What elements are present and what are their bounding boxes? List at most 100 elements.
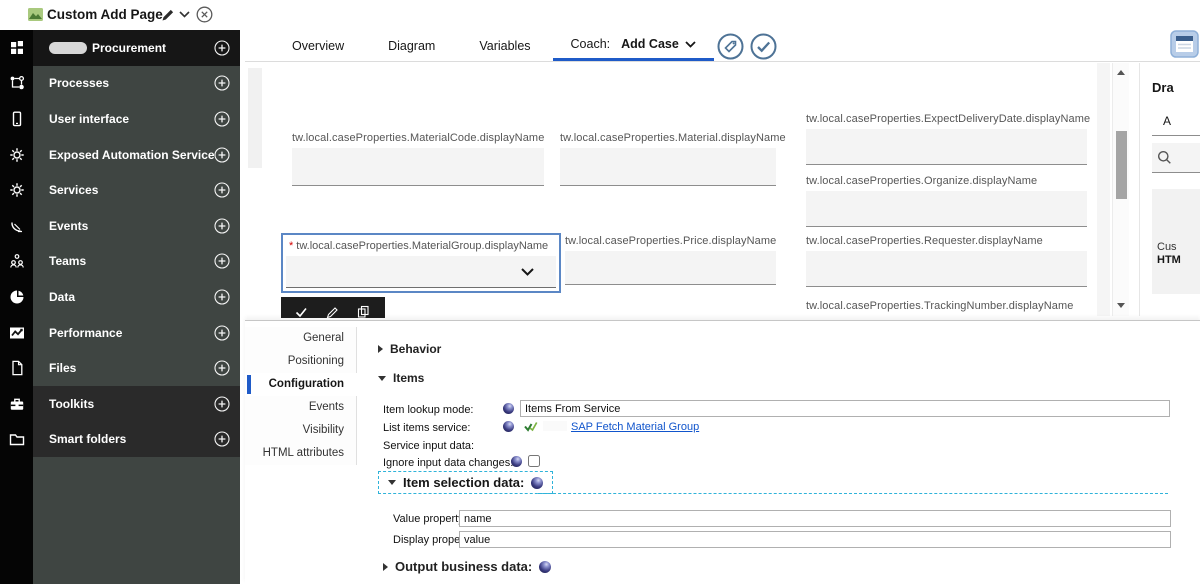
palette-search-input[interactable] [1152,143,1200,173]
coach-field-material[interactable]: tw.local.caseProperties.Material.display… [560,132,786,186]
item-selection-data-dropzone[interactable]: Item selection data: [378,471,554,494]
toolbox-icon[interactable] [0,386,33,422]
add-icon[interactable] [214,182,230,198]
binding-sphere-icon[interactable] [511,456,522,467]
close-circle-icon[interactable] [196,6,213,23]
item-lookup-mode-input[interactable] [520,400,1170,417]
tab-overview[interactable]: Overview [270,30,366,61]
props-tab-html-attributes[interactable]: HTML attributes [245,442,357,465]
tab-coach[interactable]: Coach: Add Case [552,30,714,61]
binding-sphere-icon[interactable] [531,476,544,489]
item-lookup-mode-label: Item lookup mode: [383,404,474,416]
select-input[interactable] [286,256,556,288]
text-input[interactable] [806,129,1087,165]
sidebar-item-teams[interactable]: Teams [33,244,240,280]
scroll-down-icon[interactable] [1117,303,1125,308]
scrollbar-thumb[interactable] [1116,131,1127,199]
sidebar-item-exposed-automation-services[interactable]: Exposed Automation Services [33,137,240,173]
props-tab-positioning[interactable]: Positioning [245,350,357,373]
binding-sphere-icon[interactable] [503,421,514,432]
line-chart-icon[interactable] [0,315,33,351]
list-items-service-link[interactable]: SAP Fetch Material Group [571,421,699,433]
section-items[interactable]: Items [378,371,424,385]
add-icon[interactable] [214,396,230,412]
scroll-up-icon[interactable] [1117,70,1125,75]
sidebar-item-events[interactable]: Events [33,208,240,244]
sidebar-item-data[interactable]: Data [33,279,240,315]
pencil-icon[interactable] [161,8,175,22]
coach-field-material-code[interactable]: tw.local.caseProperties.MaterialCode.dis… [292,132,544,186]
coach-field-requester[interactable]: tw.local.caseProperties.Requester.displa… [806,235,1087,287]
text-input[interactable] [292,148,544,186]
sidebar-item-toolkits[interactable]: Toolkits [33,385,240,422]
sidebar-item-services[interactable]: Services [33,172,240,208]
folder-icon[interactable] [0,422,33,458]
binding-sphere-icon[interactable] [503,403,514,414]
inner-scrollbar-track[interactable] [1097,63,1110,316]
display-property-input[interactable] [459,531,1171,548]
coach-field-tracking-number[interactable]: tw.local.caseProperties.TrackingNumber.d… [806,300,1073,312]
team-icon[interactable] [0,244,33,280]
tag-circle-icon[interactable] [717,33,744,60]
edit-pencil-icon[interactable] [326,305,339,318]
tab-variables[interactable]: Variables [457,30,552,61]
add-icon[interactable] [214,360,230,376]
binding-sphere-icon[interactable] [539,560,552,573]
apps-grid-icon[interactable] [0,30,33,66]
coach-field-material-group-selected[interactable]: * tw.local.caseProperties.MaterialGroup.d… [281,233,561,293]
properties-panel: General Positioning Configuration Events… [245,320,1200,584]
add-icon[interactable] [214,111,230,127]
coach-field-price[interactable]: tw.local.caseProperties.Price.displayNam… [565,235,776,285]
gear-icon[interactable] [0,172,33,208]
confirm-icon[interactable] [295,305,308,318]
sidebar-item-processes[interactable]: Processes [33,66,240,102]
automation-gear-icon[interactable] [0,137,33,173]
document-icon[interactable] [0,350,33,386]
text-input[interactable] [806,251,1087,287]
palette-filter-tab[interactable]: A [1152,106,1200,136]
props-tab-configuration[interactable]: Configuration [245,373,357,396]
sidebar-item-files[interactable]: Files [33,350,240,386]
add-icon[interactable] [214,253,230,269]
satellite-dish-icon[interactable] [0,208,33,244]
chevron-down-icon[interactable] [179,11,190,18]
add-icon[interactable] [214,289,230,305]
value-property-input[interactable] [459,510,1171,527]
section-behavior[interactable]: Behavior [378,342,441,356]
chevron-down-icon[interactable] [521,268,534,276]
collapsed-arrow-icon[interactable] [383,562,388,571]
palette-tile-custom-html[interactable]: Cus HTM [1152,189,1200,294]
coach-field-expect-delivery-date[interactable]: tw.local.caseProperties.ExpectDeliveryDa… [806,113,1090,165]
expanded-arrow-icon[interactable] [388,480,396,485]
text-input[interactable] [560,148,776,186]
process-flow-icon[interactable] [0,66,33,102]
canvas-scrollbar[interactable] [1112,63,1129,316]
check-circle-icon[interactable] [750,33,777,60]
add-icon[interactable] [214,431,230,447]
panel-toggle-icon[interactable] [1170,30,1200,58]
coach-field-organize[interactable]: tw.local.caseProperties.Organize.display… [806,175,1087,227]
add-icon[interactable] [214,147,230,163]
sidebar-item-performance[interactable]: Performance [33,315,240,351]
sidebar-item-smart-folders[interactable]: Smart folders [33,421,240,458]
props-tab-general[interactable]: General [245,327,357,350]
expanded-arrow-icon[interactable] [378,375,386,381]
add-icon[interactable] [214,324,230,341]
sidebar-item-user-interface[interactable]: User interface [33,101,240,137]
tab-diagram[interactable]: Diagram [366,30,457,61]
mobile-device-icon[interactable] [0,101,33,137]
text-input[interactable] [806,191,1087,227]
sidebar-item-procurement[interactable]: Procurement [33,30,240,66]
ignore-input-data-changes-checkbox[interactable] [528,455,540,467]
add-icon[interactable] [214,75,230,91]
pie-chart-icon[interactable] [0,279,33,315]
props-tab-events[interactable]: Events [245,396,357,419]
section-output-business-data[interactable]: Output business data: [383,559,552,574]
collapsed-arrow-icon[interactable] [378,345,383,353]
copy-icon[interactable] [357,305,370,318]
text-input[interactable] [565,251,776,285]
add-icon[interactable] [214,40,230,56]
props-tab-visibility[interactable]: Visibility [245,419,357,442]
chevron-down-icon[interactable] [685,40,696,48]
add-icon[interactable] [214,218,230,234]
